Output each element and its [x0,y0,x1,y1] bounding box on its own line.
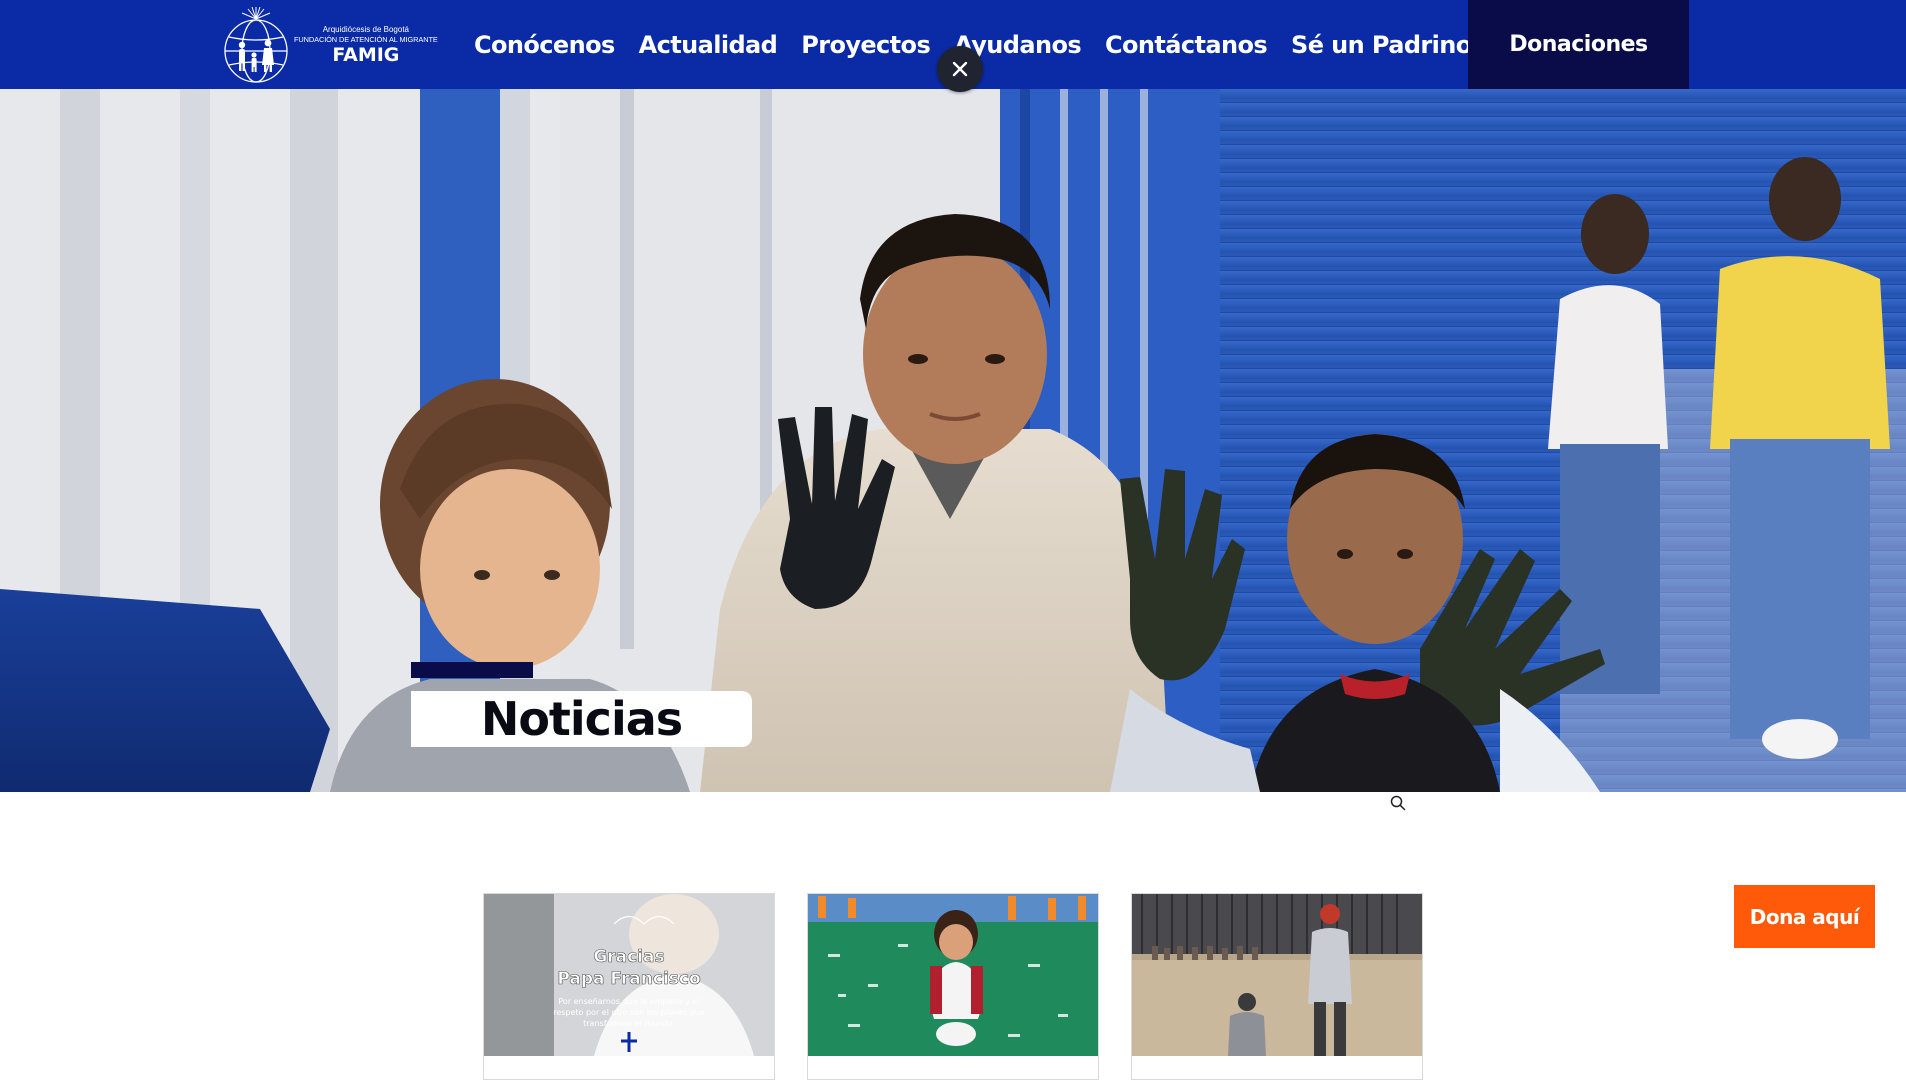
news-card[interactable]: Gracias Papa Francisco Por enseñarnos qu… [483,893,775,1080]
hero-banner [0,89,1906,792]
logo-foundation: FUNDACIÓN DE ATENCIÓN AL MIGRANTE [294,34,438,44]
logo-name: FAMIG [332,43,400,66]
logo-text: Arquidiócesis de Bogotá FUNDACIÓN DE ATE… [294,25,438,66]
news-thumbnail: Gracias Papa Francisco Por enseñarnos qu… [484,894,774,1056]
news-card[interactable] [1131,893,1423,1080]
thumb-caption-1: Por enseñarnos que la empatía y el [558,997,699,1006]
title-accent-bar [411,662,533,678]
donaciones-button[interactable]: Donaciones [1468,0,1689,89]
main-nav: Conócenos Actualidad Proyectos Ayudanos … [474,0,1532,89]
news-card[interactable] [807,893,1099,1080]
hero-photo [0,89,1906,792]
famig-logo[interactable]: Arquidiócesis de Bogotá FUNDACIÓN DE ATE… [222,4,438,86]
news-thumbnail [808,894,1098,1056]
famig-logo-icon [224,6,288,83]
nav-actualidad[interactable]: Actualidad [639,31,778,59]
search-icon [1390,795,1406,811]
search-button[interactable] [1389,794,1407,812]
page-title-box: Noticias [411,691,752,747]
news-thumbnail [1132,894,1422,1056]
nav-contactanos[interactable]: Contáctanos [1105,31,1268,59]
thumb-caption-3: transforman el mundo. [583,1019,675,1028]
thumb-title-2: Papa Francisco [557,969,700,989]
close-icon [952,61,968,77]
page-title: Noticias [480,692,683,746]
thumb-title-1: Gracias [593,947,664,967]
nav-conocenos[interactable]: Conócenos [474,31,615,59]
logo-archdiocese: Arquidiócesis de Bogotá [322,24,409,34]
close-button[interactable] [937,46,983,92]
nav-proyectos[interactable]: Proyectos [801,31,931,59]
thumb-caption-2: respeto por el otro son los pilares que [553,1008,705,1017]
dona-aqui-button[interactable]: Dona aquí [1734,885,1875,948]
